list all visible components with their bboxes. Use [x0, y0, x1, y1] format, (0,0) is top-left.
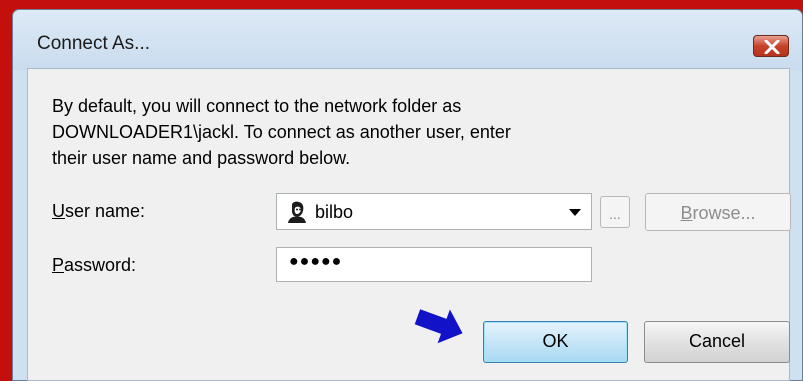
username-label-accel: U: [52, 201, 65, 221]
ellipsis-button[interactable]: ...: [600, 196, 630, 228]
dialog-body: By default, you will connect to the netw…: [27, 68, 791, 381]
username-label-text: ser name:: [65, 201, 146, 221]
dialog-title: Connect As...: [37, 33, 151, 54]
connect-as-dialog: Connect As... By default, you will conne…: [12, 9, 803, 381]
password-label-accel: P: [52, 255, 65, 275]
message-line: By default, you will connect to the netw…: [52, 96, 462, 116]
browse-accel: B: [680, 203, 693, 223]
username-combobox[interactable]: bilbo: [276, 193, 592, 230]
username-label: User name:: [52, 201, 145, 222]
browse-label: rowse...: [692, 203, 756, 223]
dropdown-arrow-icon[interactable]: [569, 209, 581, 216]
message-line: DOWNLOADER1\jackl. To connect as another…: [52, 122, 511, 142]
message-line: their user name and password below.: [52, 148, 351, 168]
title-bar: Connect As...: [13, 10, 802, 70]
info-message: By default, you will connect to the netw…: [52, 93, 652, 171]
password-field[interactable]: ●●●●●: [276, 247, 592, 282]
password-label-text: assword:: [64, 255, 137, 275]
pointer-arrow-icon: [414, 309, 463, 344]
ok-button[interactable]: OK: [483, 321, 628, 363]
username-value: bilbo: [315, 202, 354, 222]
close-button[interactable]: [753, 35, 789, 57]
browse-button[interactable]: Browse...: [645, 193, 791, 231]
cancel-button[interactable]: Cancel: [644, 321, 790, 363]
close-icon: [764, 40, 780, 54]
user-icon: [288, 201, 306, 223]
password-mask: ●●●●●: [289, 253, 343, 270]
password-label: Password:: [52, 255, 136, 276]
